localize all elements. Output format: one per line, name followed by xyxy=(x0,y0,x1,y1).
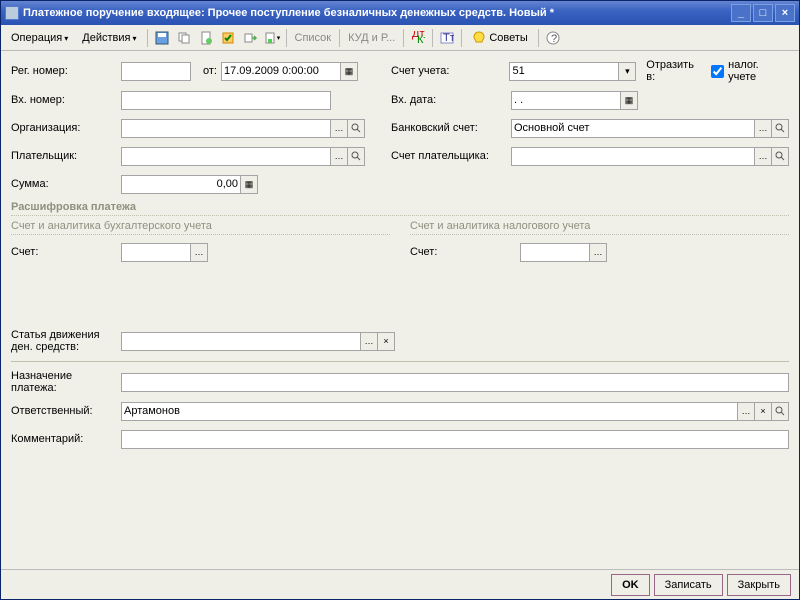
movement-clear-icon[interactable]: × xyxy=(377,332,395,351)
org-input[interactable] xyxy=(121,119,331,138)
date-picker-icon[interactable]: ▦ xyxy=(340,62,358,81)
nu-acct-select-icon[interactable]: … xyxy=(589,243,607,262)
copy-icon[interactable] xyxy=(174,28,194,48)
app-icon xyxy=(5,6,19,20)
bottom-bar: OK Записать Закрыть xyxy=(1,569,799,599)
nu-acct-input[interactable] xyxy=(520,243,590,262)
org-select-icon[interactable]: … xyxy=(330,119,348,138)
in-no-label: Вх. номер: xyxy=(11,94,121,106)
comment-input[interactable] xyxy=(121,430,789,449)
payer-open-icon[interactable] xyxy=(347,147,365,166)
decode-title: Расшифровка платежа xyxy=(11,201,789,216)
reg-no-input[interactable] xyxy=(121,62,191,81)
tips-button[interactable]: Советы xyxy=(466,29,534,47)
bu-acct-select-icon[interactable]: … xyxy=(190,243,208,262)
bank-acc-label: Банковский счет: xyxy=(391,122,511,134)
bu-acct-label: Счет: xyxy=(11,246,121,258)
close-button[interactable]: × xyxy=(775,4,795,22)
from-label: от: xyxy=(191,65,221,77)
payer-acc-open-icon[interactable] xyxy=(771,147,789,166)
sum-calc-icon[interactable]: ▦ xyxy=(240,175,258,194)
comment-label: Комментарий: xyxy=(11,433,121,445)
in-date-label: Вх. дата: xyxy=(391,94,511,106)
tt-icon[interactable]: Tт xyxy=(437,28,457,48)
help-icon[interactable]: ? xyxy=(543,28,563,48)
svg-text:Кт: Кт xyxy=(417,34,425,45)
reg-no-label: Рег. номер: xyxy=(11,65,121,77)
save-button[interactable]: Записать xyxy=(654,574,723,596)
responsible-open-icon[interactable] xyxy=(771,402,789,421)
post-icon[interactable] xyxy=(218,28,238,48)
movement-select-icon[interactable]: … xyxy=(360,332,378,351)
account-label: Счет учета: xyxy=(391,65,509,77)
titlebar: Платежное поручение входящее: Прочее пос… xyxy=(1,1,799,25)
toolbar: Операция▾ Действия▾ ▾ Список КУД и Р... … xyxy=(1,25,799,51)
responsible-input[interactable] xyxy=(121,402,738,421)
list-button: Список xyxy=(291,30,336,46)
minimize-button[interactable]: _ xyxy=(731,4,751,22)
window-title: Платежное поручение входящее: Прочее пос… xyxy=(23,7,729,19)
reflect-label: Отразить в: xyxy=(646,59,705,83)
date-input[interactable] xyxy=(221,62,341,81)
account-dropdown-icon[interactable]: ▾ xyxy=(618,62,636,81)
bank-acc-select-icon[interactable]: … xyxy=(754,119,772,138)
kudir-button: КУД и Р... xyxy=(344,30,399,46)
payer-acc-select-icon[interactable]: … xyxy=(754,147,772,166)
bu-acct-input[interactable] xyxy=(121,243,191,262)
nu-acct-label: Счет: xyxy=(410,246,520,258)
in-date-input[interactable] xyxy=(511,91,621,110)
tax-checkbox[interactable] xyxy=(711,65,724,78)
account-input[interactable] xyxy=(509,62,619,81)
in-date-picker-icon[interactable]: ▦ xyxy=(620,91,638,110)
payer-input[interactable] xyxy=(121,147,331,166)
bank-acc-input[interactable] xyxy=(511,119,755,138)
purpose-label: Назначениеплатежа: xyxy=(11,370,121,394)
movement-label: Статья движенияден. средств: xyxy=(11,329,121,353)
tax-checkbox-label: налог. учете xyxy=(728,59,789,83)
in-no-input[interactable] xyxy=(121,91,331,110)
window: Платежное поручение входящее: Прочее пос… xyxy=(0,0,800,600)
actions-menu[interactable]: Действия▾ xyxy=(76,30,142,46)
save-icon[interactable] xyxy=(152,28,172,48)
doc2-icon[interactable] xyxy=(196,28,216,48)
payer-acc-label: Счет плательщика: xyxy=(391,150,511,162)
form-content: Рег. номер: от: ▦ Счет учета: ▾ Отразить… xyxy=(1,51,799,569)
org-label: Организация: xyxy=(11,122,121,134)
payer-label: Плательщик: xyxy=(11,150,121,162)
nu-title: Счет и аналитика налогового учета xyxy=(410,220,789,235)
close-form-button[interactable]: Закрыть xyxy=(727,574,791,596)
org-open-icon[interactable] xyxy=(347,119,365,138)
operation-menu[interactable]: Операция▾ xyxy=(5,30,74,46)
bank-acc-open-icon[interactable] xyxy=(771,119,789,138)
responsible-clear-icon[interactable]: × xyxy=(754,402,772,421)
sum-label: Сумма: xyxy=(11,178,121,190)
maximize-button[interactable]: □ xyxy=(753,4,773,22)
purpose-input[interactable] xyxy=(121,373,789,392)
sum-input[interactable] xyxy=(121,175,241,194)
ok-button[interactable]: OK xyxy=(611,574,650,596)
bu-title: Счет и аналитика бухгалтерского учета xyxy=(11,220,390,235)
movement-input[interactable] xyxy=(121,332,361,351)
goto-icon[interactable] xyxy=(240,28,260,48)
responsible-select-icon[interactable]: … xyxy=(737,402,755,421)
basedon-icon[interactable]: ▾ xyxy=(262,28,282,48)
payer-acc-input[interactable] xyxy=(511,147,755,166)
svg-text:Tт: Tт xyxy=(443,32,454,44)
svg-text:?: ? xyxy=(551,33,557,45)
responsible-label: Ответственный: xyxy=(11,405,121,417)
dtct-icon[interactable]: ДтКт xyxy=(408,28,428,48)
payer-select-icon[interactable]: … xyxy=(330,147,348,166)
